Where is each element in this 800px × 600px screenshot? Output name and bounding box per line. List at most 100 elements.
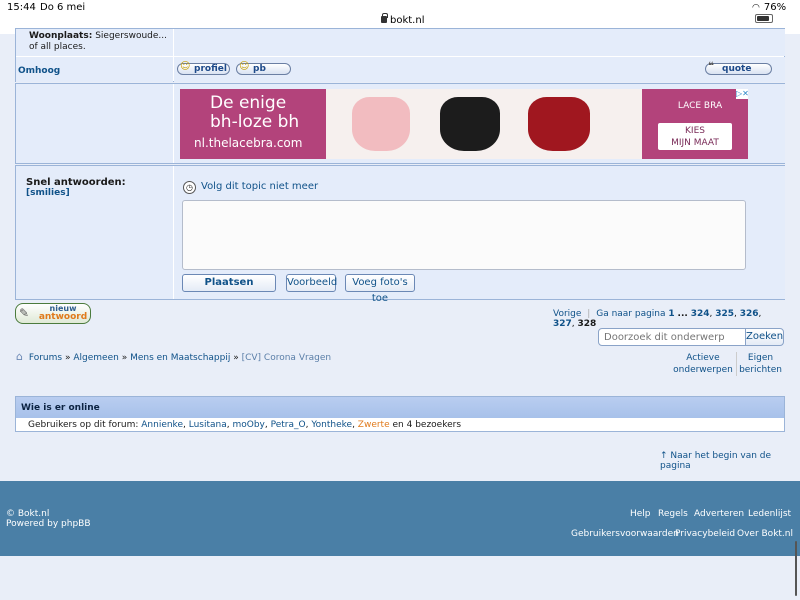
online-prefix: Gebruikers op dit forum: (28, 420, 139, 430)
ad-headline: De enige bh-loze bh (210, 94, 299, 132)
user-icon: ☺ (180, 61, 191, 72)
footer-help-link[interactable]: Help (630, 509, 651, 519)
topic-search-input[interactable] (598, 328, 746, 346)
quick-reply-block: Snel antwoorden: [smilies] ◷ Volg dit to… (15, 165, 785, 304)
breadcrumb-forums[interactable]: Forums (29, 353, 62, 363)
post-button[interactable]: Plaatsen (182, 274, 276, 292)
battery-icon (755, 13, 773, 23)
smilies-link[interactable]: [smilies] (26, 188, 70, 198)
woonplaats-label: Woonplaats: (29, 31, 93, 41)
online-user[interactable]: Lusitana (189, 420, 227, 430)
online-user[interactable]: Yontheke (311, 420, 352, 430)
pink-bra-image (352, 97, 410, 151)
goto-page-link[interactable]: Ga naar pagina (596, 309, 665, 319)
new-reply-button[interactable]: ✎ nieuw antwoord (15, 303, 91, 324)
back-to-top-link[interactable]: ↑ Naar het begin van de pagina (660, 451, 800, 471)
quote-label: quote (722, 64, 752, 74)
breadcrumb-sep: » (64, 353, 71, 363)
url-text: bokt.nl (390, 15, 425, 26)
page-link-327[interactable]: 327 (553, 319, 572, 329)
pagination-divider: | (587, 309, 591, 319)
follow-topic-link[interactable]: Volg dit topic niet meer (201, 181, 318, 192)
address-bar[interactable]: bokt.nl (381, 13, 425, 26)
pagination: Vorige | Ga naar pagina 1 ... 324, 325, … (553, 309, 762, 329)
ad-site: nl.thelacebra.com (194, 136, 303, 150)
footer-terms-link[interactable]: Gebruikersvoorwaarden (571, 529, 679, 539)
pagination-dots: ... (677, 309, 688, 319)
quick-reply-label-cell: Snel antwoorden: [smilies] (16, 166, 173, 299)
status-date: Do 6 mei (40, 2, 86, 13)
quote-button[interactable]: ❝ quote (705, 61, 772, 75)
active-topics-link[interactable]: Actieve onderwerpen (668, 352, 738, 376)
ad-cta-line2: MIJN MAAT (671, 138, 719, 148)
pb-label: pb (253, 64, 266, 74)
prev-page-link[interactable]: Vorige (553, 309, 581, 319)
breadcrumb: ⌂ Forums » Algemeen » Mens en Maatschapp… (16, 350, 331, 363)
breadcrumb-mens[interactable]: Mens en Maatschappij (130, 353, 230, 363)
footer-copyright: © Bokt.nl (6, 509, 50, 519)
active-topics-line1: Actieve (686, 353, 720, 363)
page-link-326[interactable]: 326 (740, 309, 759, 319)
own-posts-link[interactable]: Eigen berichten (738, 352, 783, 376)
unwatch-icon: ◷ (183, 181, 196, 194)
footer-rules-link[interactable]: Regels (658, 509, 688, 519)
online-user-highlight[interactable]: Zwerte (358, 420, 390, 430)
preview-button[interactable]: Voorbeeld (286, 274, 337, 292)
profile-cell: Woonplaats: Siegerswoude... of all place… (16, 29, 173, 56)
new-reply-line2: antwoord (38, 312, 88, 322)
wifi-icon: ◠ (752, 3, 760, 13)
scrollbar-thumb[interactable] (795, 541, 797, 596)
pencil-icon: ✎ (19, 306, 30, 320)
profiel-button[interactable]: ☺ profiel (177, 61, 230, 75)
online-users-line: Gebruikers op dit forum: Annienke, Lusit… (28, 420, 462, 430)
quick-reply-title: Snel antwoorden: (26, 177, 126, 188)
current-page: 328 (577, 319, 597, 329)
footer-members-link[interactable]: Ledenlijst (748, 509, 791, 519)
ad-left-cell (16, 84, 173, 163)
footer-powered: Powered by phpBB (6, 519, 91, 529)
breadcrumb-sep: » (233, 353, 239, 363)
reply-textarea[interactable] (182, 200, 746, 270)
ad-headline-2: bh-loze bh (210, 112, 300, 132)
quote-icon: ❝ (708, 61, 714, 72)
ad-brand: LACE BRA (677, 101, 723, 111)
status-time: 15:44 (7, 2, 36, 13)
footer-advertise-link[interactable]: Adverteren (694, 509, 744, 519)
own-posts-line2: berichten (739, 365, 782, 375)
active-topics-line2: onderwerpen (673, 365, 733, 375)
page-link-325[interactable]: 325 (715, 309, 734, 319)
post-body-end (174, 29, 785, 56)
online-suffix: en 4 bezoekers (392, 420, 462, 430)
online-title: Wie is er online (21, 403, 100, 413)
page-link-1[interactable]: 1 (668, 309, 674, 319)
footer-privacy-link[interactable]: Privacybeleid (675, 529, 735, 539)
online-user[interactable]: moOby (232, 420, 264, 430)
quicklinks-divider (736, 352, 737, 376)
pb-button[interactable]: ☺ pb (236, 62, 291, 75)
breadcrumb-algemeen[interactable]: Algemeen (73, 353, 118, 363)
battery-percent: 76% (763, 2, 787, 13)
profiel-label: profiel (194, 64, 227, 74)
search-button[interactable]: Zoeken (745, 328, 784, 346)
omhoog-cell: Omhoog (16, 57, 173, 82)
home-icon: ⌂ (16, 350, 23, 363)
online-user[interactable]: Annienke (141, 420, 183, 430)
advertisement-banner[interactable]: De enige bh-loze bh nl.thelacebra.com LA… (180, 89, 749, 159)
red-bra-image (528, 97, 590, 151)
ad-cta-button[interactable]: KIES MIJN MAAT (658, 123, 732, 150)
page-link-324[interactable]: 324 (691, 309, 710, 319)
online-user[interactable]: Petra_O (271, 420, 306, 430)
breadcrumb-topic[interactable]: [CV] Corona Vragen (242, 353, 332, 363)
ad-product-image (326, 89, 642, 159)
lock-icon (381, 13, 388, 23)
omhoog-link[interactable]: Omhoog (18, 66, 60, 76)
own-posts-line1: Eigen (747, 353, 774, 363)
battery-status: ◠ 76% (752, 2, 800, 24)
ad-block: De enige bh-loze bh nl.thelacebra.com LA… (15, 83, 785, 164)
new-reply-label: nieuw antwoord (38, 305, 88, 322)
footer-about-link[interactable]: Over Bokt.nl (737, 529, 793, 539)
page-footer: © Bokt.nl Powered by phpBB Help Regels A… (0, 481, 800, 556)
ad-close-icon[interactable]: ▷✕ (736, 89, 749, 99)
post-profile-block: Woonplaats: Siegerswoude... of all place… (15, 28, 785, 82)
add-photos-button[interactable]: Voeg foto's toe (345, 274, 415, 304)
